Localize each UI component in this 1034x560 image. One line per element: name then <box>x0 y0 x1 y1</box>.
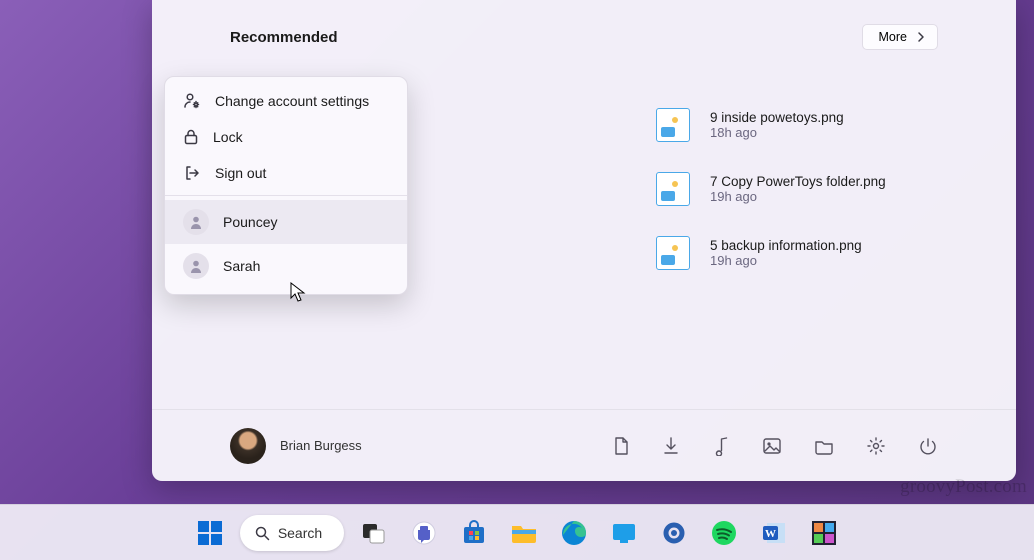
image-file-icon <box>656 236 690 270</box>
lock[interactable]: Lock <box>165 119 407 155</box>
search-label: Search <box>278 525 322 541</box>
search-icon <box>254 525 270 541</box>
current-user-name: Brian Burgess <box>280 438 362 453</box>
file-name: 5 backup information.png <box>710 238 862 253</box>
menu-label: Change account settings <box>215 93 369 109</box>
account-menu: Change account settings Lock Sign out Po… <box>164 76 408 295</box>
menu-label: Lock <box>213 129 243 145</box>
app-icon[interactable] <box>604 513 644 553</box>
microsoft-store-icon[interactable] <box>454 513 494 553</box>
documents-icon[interactable] <box>612 436 630 456</box>
music-icon[interactable] <box>712 436 730 456</box>
sign-out[interactable]: Sign out <box>165 155 407 191</box>
recommended-file[interactable]: 9 inside powetoys.png 18h ago <box>656 108 886 142</box>
folder-icon[interactable] <box>814 437 834 455</box>
power-icon[interactable] <box>918 436 938 456</box>
chat-icon[interactable] <box>404 513 444 553</box>
chevron-right-icon <box>917 31 925 43</box>
spotify-icon[interactable] <box>704 513 744 553</box>
settings-app-icon[interactable] <box>654 513 694 553</box>
settings-icon[interactable] <box>866 436 886 456</box>
file-age: 18h ago <box>710 125 844 140</box>
more-button[interactable]: More <box>862 24 938 50</box>
start-footer: Brian Burgess <box>152 409 1016 481</box>
current-user-button[interactable]: Brian Burgess <box>230 428 362 464</box>
switch-user[interactable]: Sarah <box>165 244 407 288</box>
edge-icon[interactable] <box>554 513 594 553</box>
svg-text:W: W <box>765 528 776 540</box>
start-button[interactable] <box>190 513 230 553</box>
separator <box>165 195 407 196</box>
taskbar-search[interactable]: Search <box>240 515 344 551</box>
file-age: 19h ago <box>710 189 886 204</box>
file-explorer-icon[interactable] <box>504 513 544 553</box>
word-icon[interactable]: W <box>754 513 794 553</box>
downloads-icon[interactable] <box>662 436 680 456</box>
change-account-settings[interactable]: Change account settings <box>165 83 407 119</box>
switch-user[interactable]: Pouncey <box>165 200 407 244</box>
image-file-icon <box>656 172 690 206</box>
menu-label: Sarah <box>223 258 260 274</box>
taskbar: Search W <box>0 504 1034 560</box>
more-label: More <box>879 30 907 44</box>
file-age: 19h ago <box>710 253 862 268</box>
lock-icon <box>183 128 199 146</box>
menu-label: Pouncey <box>223 214 277 230</box>
sign-out-icon <box>183 164 201 182</box>
user-avatar-icon <box>183 253 209 279</box>
powertoys-icon[interactable] <box>804 513 844 553</box>
image-file-icon <box>656 108 690 142</box>
task-view-icon[interactable] <box>354 513 394 553</box>
pictures-icon[interactable] <box>762 437 782 455</box>
avatar <box>230 428 266 464</box>
recommended-file[interactable]: 5 backup information.png 19h ago <box>656 236 886 270</box>
recommended-file[interactable]: 7 Copy PowerToys folder.png 19h ago <box>656 172 886 206</box>
user-gear-icon <box>183 92 201 110</box>
file-name: 9 inside powetoys.png <box>710 110 844 125</box>
watermark: groovyPost.com <box>900 476 1027 498</box>
recommended-heading: Recommended <box>230 29 338 46</box>
file-name: 7 Copy PowerToys folder.png <box>710 174 886 189</box>
user-avatar-icon <box>183 209 209 235</box>
menu-label: Sign out <box>215 165 266 181</box>
